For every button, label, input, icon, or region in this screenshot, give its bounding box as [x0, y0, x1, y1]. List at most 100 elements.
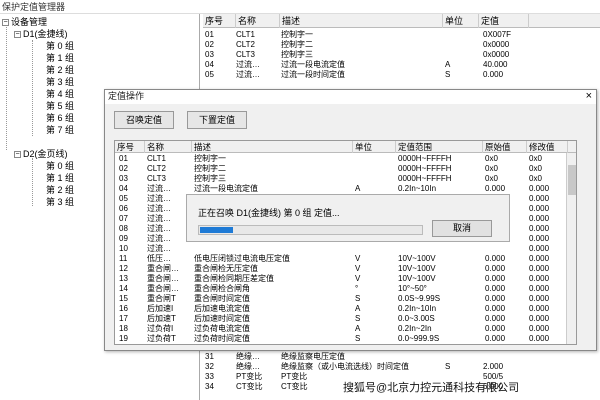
collapse-icon[interactable]: − [14, 31, 21, 39]
table-cell: 06 [119, 204, 128, 213]
tree-node-d2[interactable]: − D2(金页线) [14, 148, 68, 160]
tree-item-group[interactable]: 第 3 组 [46, 76, 74, 88]
table-row[interactable]: 12 重合闸… 重合闸检无压定值 V 10V~100V 0.000 0.000 [115, 264, 576, 274]
table-cell: 过负荷时间定值 [194, 334, 250, 343]
table-cell: 0.000 [529, 274, 550, 283]
table-cell: 0000H~FFFFH [398, 174, 452, 183]
tree-item-group[interactable]: 第 1 组 [46, 52, 74, 64]
table-row[interactable]: 04 过流… 过流一段电流定值 A 40.000 [203, 60, 600, 70]
table-cell: 0.000 [529, 264, 550, 273]
table-row[interactable]: 04 过流… 过流一段电流定值 A 0.2In~10In 0.000 0.000 [115, 184, 576, 194]
tree-item-group[interactable]: 第 3 组 [46, 196, 74, 208]
table-cell: 0.000 [529, 324, 550, 333]
table-cell: 0x0 [529, 174, 542, 183]
table-cell: CLT2 [147, 164, 166, 173]
recall-settings-button[interactable]: 召唤定值 [114, 111, 174, 129]
tree-item-group[interactable]: 第 0 组 [46, 40, 74, 52]
window-title: 保护定值管理器 [0, 0, 600, 14]
tree-item-group[interactable]: 第 1 组 [46, 172, 74, 184]
collapse-icon[interactable]: − [2, 19, 9, 27]
table-row[interactable]: 18 过负荷I 过负荷电流定值 A 0.2In~2In 0.000 0.000 [115, 324, 576, 334]
tree-node-d1[interactable]: − D1(金捷线) [14, 28, 68, 40]
tree-item-group[interactable]: 第 7 组 [46, 124, 74, 136]
table-cell: 0.000 [485, 254, 506, 263]
table-row[interactable]: 02 CLT2 控制字二 0x0000 [203, 40, 600, 50]
table-cell: 0X007F [483, 30, 512, 39]
table-row[interactable]: 02 CLT2 控制字二 0000H~FFFFH 0x0 0x0 [115, 164, 576, 174]
table-row[interactable]: 32 绝缘… 绝缘监察（或小电流选线）时间定值 S 2.000 [203, 362, 600, 372]
table-cell: 后加速时间定值 [194, 314, 250, 323]
table-row[interactable]: 17 后加速T 后加速时间定值 S 0.0~3.00S 0.000 0.000 [115, 314, 576, 324]
scrollbar-thumb[interactable] [568, 165, 576, 195]
header-original-value[interactable]: 原始值 [483, 141, 527, 153]
collapse-icon[interactable]: − [14, 151, 21, 159]
table-cell: 40.000 [483, 60, 508, 69]
vertical-scrollbar[interactable] [566, 153, 576, 344]
table-cell: 0.000 [529, 284, 550, 293]
table-cell: 0.000 [529, 234, 550, 243]
header-name[interactable]: 名称 [236, 14, 280, 28]
header-description[interactable]: 描述 [280, 14, 443, 28]
table-cell: 0.000 [485, 294, 506, 303]
table-cell: S [355, 334, 361, 343]
table-cell: 控制字三 [281, 50, 313, 59]
table-cell: 0.0S~9.99S [398, 294, 441, 303]
header-range[interactable]: 定值范围 [396, 141, 483, 153]
tree-root[interactable]: − 设备管理 [2, 16, 47, 28]
header-name[interactable]: 名称 [145, 141, 192, 153]
tree-item-group[interactable]: 第 4 组 [46, 88, 74, 100]
header-unit[interactable]: 单位 [443, 14, 479, 28]
cancel-button[interactable]: 取消 [432, 220, 492, 237]
table-row[interactable]: 10 过流… 0.000 [115, 244, 576, 254]
table-row[interactable]: 01 CLT1 控制字一 0000H~FFFFH 0x0 0x0 [115, 154, 576, 164]
table-cell: 重合闸… [147, 264, 179, 273]
table-row[interactable]: 01 CLT1 控制字一 0X007F [203, 30, 600, 40]
table-row[interactable]: 11 低压… 低电压闭锁过电流电压定值 V 10V~100V 0.000 0.000 [115, 254, 576, 264]
tree-item-group[interactable]: 第 6 组 [46, 112, 74, 124]
tree-item-group[interactable]: 第 5 组 [46, 100, 74, 112]
table-row[interactable]: 03 CLT3 控制字三 0000H~FFFFH 0x0 0x0 [115, 174, 576, 184]
table-cell: 05 [119, 194, 128, 203]
tree-item-group[interactable]: 第 2 组 [46, 64, 74, 76]
table-cell: 0.000 [529, 254, 550, 263]
table-row[interactable]: 16 后加速I 后加速电流定值 A 0.2In~10In 0.000 0.000 [115, 304, 576, 314]
table-cell: 过流… [147, 244, 171, 253]
table-row[interactable]: 19 过负荷T 过负荷时间定值 S 0.0~999.9S 0.000 0.000 [115, 334, 576, 344]
table-row[interactable]: 05 过流… 过流一段时间定值 S 0.000 [203, 70, 600, 80]
table-cell: 0.000 [485, 284, 506, 293]
table-cell: 03 [119, 174, 128, 183]
table-cell: 2.000 [483, 362, 504, 371]
header-modified-value[interactable]: 修改值 [527, 141, 568, 153]
header-index[interactable]: 序号 [115, 141, 145, 153]
table-cell: 17 [119, 314, 128, 323]
table-row[interactable]: 03 CLT3 控制字三 0x0000 [203, 50, 600, 60]
table-cell: 01 [205, 30, 214, 39]
dialog-table-header: 序号 名称 描述 单位 定值范围 原始值 修改值 [115, 141, 576, 153]
header-value[interactable]: 定值 [479, 14, 529, 28]
table-cell: 0.000 [529, 224, 550, 233]
tree-item-group[interactable]: 第 0 组 [46, 160, 74, 172]
table-row[interactable]: 31 绝缘… 绝缘监察电压定值 [203, 352, 600, 362]
table-row[interactable]: 13 重合闸… 重合闸检同期压差定值 V 10V~100V 0.000 0.000 [115, 274, 576, 284]
table-cell: 03 [205, 50, 214, 59]
close-icon[interactable]: × [586, 90, 592, 103]
table-row[interactable]: 14 重合闸… 重合闸检合闸角 ° 10°~50° 0.000 0.000 [115, 284, 576, 294]
table-cell: 0000H~FFFFH [398, 154, 452, 163]
table-cell: 0.0~999.9S [398, 334, 440, 343]
table-row[interactable]: 15 重合闸T 重合闸时间定值 S 0.0S~9.99S 0.000 0.000 [115, 294, 576, 304]
table-cell: 05 [205, 70, 214, 79]
table-cell: 低电压闭锁过电流电压定值 [194, 254, 290, 263]
table-cell: A [355, 184, 361, 193]
table-cell: 控制字一 [194, 154, 226, 163]
header-index[interactable]: 序号 [203, 14, 236, 28]
table-cell: 01 [119, 154, 128, 163]
header-description[interactable]: 描述 [192, 141, 353, 153]
table-cell: 过流一段时间定值 [281, 70, 345, 79]
header-unit[interactable]: 单位 [353, 141, 396, 153]
table-cell: 0.000 [529, 314, 550, 323]
table-cell: 0x0 [485, 174, 498, 183]
download-settings-button[interactable]: 下置定值 [187, 111, 247, 129]
tree-item-group[interactable]: 第 2 组 [46, 184, 74, 196]
table-cell: 重合闸检合闸角 [194, 284, 250, 293]
table-cell: S [445, 70, 451, 79]
